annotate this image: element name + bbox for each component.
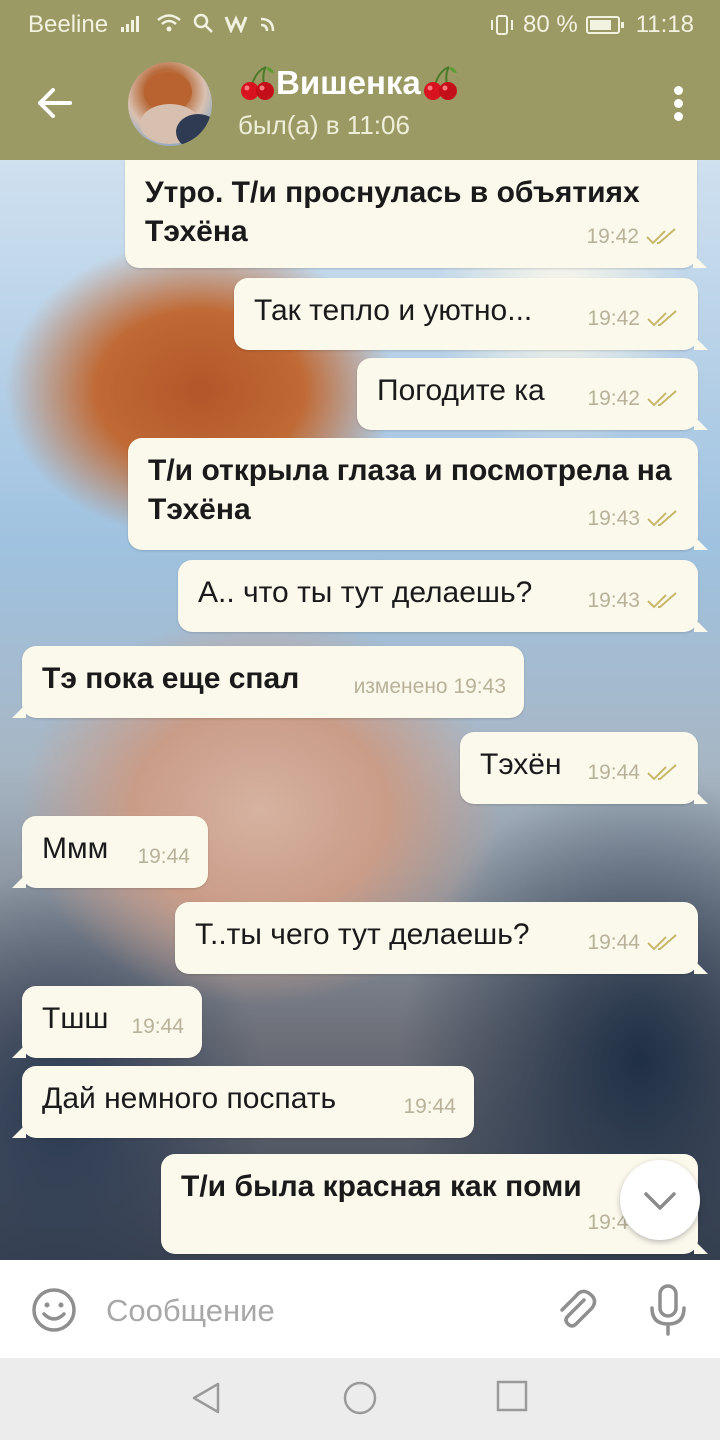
- carrier-label: Beeline: [28, 11, 109, 38]
- status-icons: [120, 11, 279, 37]
- message-list[interactable]: Утро. Т/и проснулась в объятиях Тэхёна 1…: [0, 160, 720, 1260]
- message-time: 19:43: [587, 589, 640, 612]
- last-seen-status: был(а) в 11:06: [238, 110, 410, 140]
- status-bar: Beeline 80 % 11:18: [0, 0, 720, 48]
- more-menu-icon[interactable]: [672, 86, 684, 126]
- message-text: Дай немного поспать: [42, 1082, 337, 1115]
- vibrate-icon: [491, 15, 514, 35]
- message-time: 19:43: [587, 507, 640, 530]
- message-meta: изменено 19:43: [354, 667, 506, 706]
- double-check-icon: [647, 389, 677, 406]
- battery-percent: 80 %: [523, 11, 578, 38]
- message-time: 19:44: [403, 1095, 456, 1118]
- chevron-down-icon: [644, 1192, 676, 1210]
- message-meta: 19:42: [587, 299, 680, 338]
- back-arrow-icon[interactable]: [34, 82, 76, 124]
- message-bubble[interactable]: Т..ты чего тут делаешь? 19:44: [175, 902, 708, 974]
- signal-icon: [121, 16, 139, 32]
- double-check-icon: [646, 227, 676, 244]
- cast-icon: [260, 17, 274, 32]
- message-bubble[interactable]: Так тепло и уютно... 19:42: [234, 278, 708, 350]
- double-check-icon: [647, 591, 677, 608]
- message-composer: [0, 1260, 720, 1358]
- chat-header: Вишенка был(а) в 11:06: [0, 48, 720, 160]
- double-check-icon: [647, 509, 677, 526]
- message-bubble[interactable]: Погодите ка 19:42: [357, 358, 708, 430]
- message-bubble[interactable]: А.. что ты тут делаешь? 19:43: [178, 560, 708, 632]
- cherry-icon: [423, 66, 457, 100]
- scroll-down-button[interactable]: [620, 1160, 700, 1240]
- message-bubble[interactable]: Дай немного поспать 19:44: [12, 1066, 474, 1138]
- message-text: Т/и была красная как поми: [181, 1170, 582, 1203]
- status-right: 80 % 11:18: [489, 11, 694, 39]
- double-check-icon: [647, 933, 677, 950]
- battery-icon: [585, 16, 624, 34]
- message-time: 19:42: [587, 387, 640, 410]
- avatar[interactable]: [128, 62, 212, 146]
- message-time: 19:44: [131, 1015, 184, 1038]
- message-meta: 19:44: [403, 1087, 456, 1126]
- message-input[interactable]: [104, 1288, 528, 1334]
- message-meta: 19:43: [587, 581, 680, 620]
- message-meta: 19:42: [587, 379, 680, 418]
- emoji-icon[interactable]: [30, 1286, 78, 1334]
- message-time: 19:44: [587, 761, 640, 784]
- message-bubble[interactable]: Тшш 19:44: [12, 986, 202, 1058]
- message-meta: 19:44: [131, 1007, 184, 1046]
- message-meta: 19:44: [587, 753, 680, 792]
- chat-title-text: Вишенка: [276, 64, 421, 101]
- message-meta: 19:42: [586, 217, 679, 256]
- nav-back-icon[interactable]: [188, 1380, 224, 1416]
- system-nav-bar: [0, 1358, 720, 1440]
- message-time: 19:44: [137, 845, 190, 868]
- message-bubble[interactable]: Т/и открыла глаза и посмотрела на Тэхёна…: [128, 438, 708, 550]
- message-time: 19:42: [586, 225, 639, 248]
- message-bubble[interactable]: Т/и была красная как поми 19:44: [161, 1154, 708, 1254]
- message-meta: 19:44: [137, 837, 190, 876]
- message-bubble[interactable]: Утро. Т/и проснулась в объятиях Тэхёна 1…: [125, 160, 707, 268]
- message-bubble[interactable]: Тэхён 19:44: [460, 732, 708, 804]
- clock: 11:18: [635, 11, 694, 38]
- wifi-icon: [157, 14, 181, 32]
- microphone-icon[interactable]: [646, 1284, 690, 1336]
- nav-home-icon[interactable]: [342, 1380, 378, 1416]
- message-time: 19:42: [587, 307, 640, 330]
- w-icon: [224, 15, 248, 34]
- message-bubble[interactable]: Тэ пока еще спал изменено 19:43: [12, 646, 524, 718]
- cherry-icon: [241, 66, 274, 100]
- paperclip-icon[interactable]: [552, 1286, 600, 1334]
- message-meta: 19:43: [587, 499, 680, 538]
- message-time: изменено 19:43: [353, 675, 506, 698]
- message-time: 19:44: [587, 931, 640, 954]
- double-check-icon: [647, 309, 677, 326]
- message-bubble[interactable]: Ммм 19:44: [12, 816, 208, 888]
- double-check-icon: [647, 763, 677, 780]
- search-icon: [194, 13, 214, 33]
- chat-title[interactable]: Вишенка: [238, 64, 459, 102]
- message-meta: 19:44: [587, 923, 680, 962]
- nav-recent-apps-icon[interactable]: [496, 1380, 528, 1412]
